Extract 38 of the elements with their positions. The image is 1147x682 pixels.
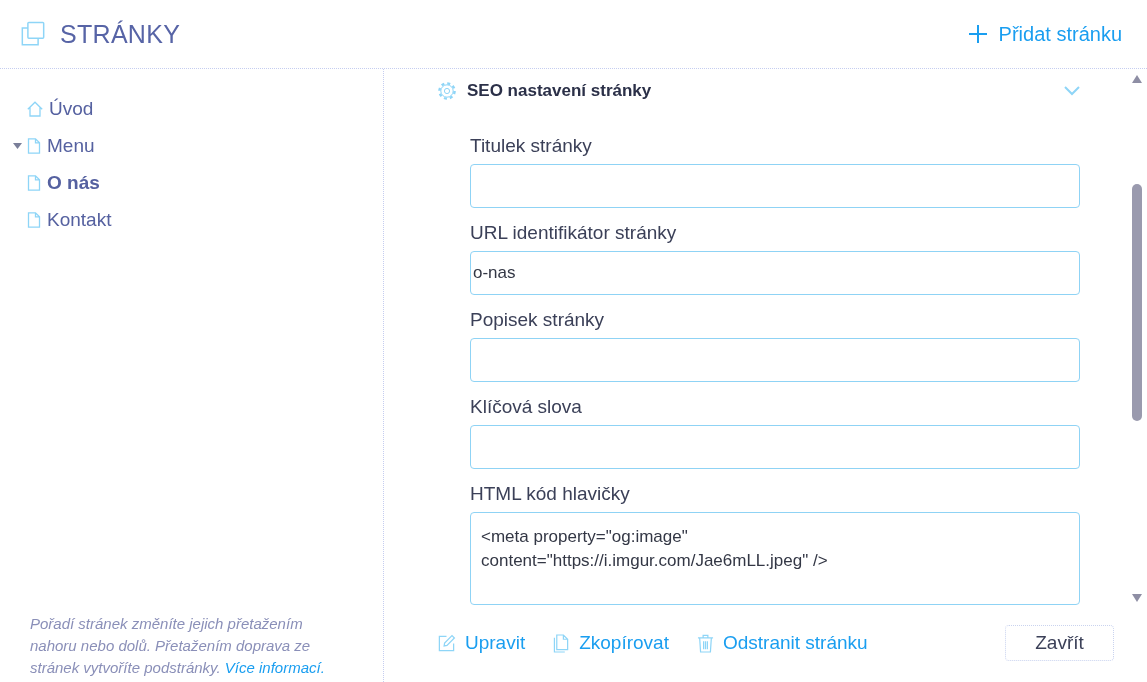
document-icon xyxy=(553,633,571,653)
help-text: Pořadí stránek změníte jejich přetažením nahoru nebo dolů. Přetažením doprava ze stránek vytvoříte podstránky. Více informací. xyxy=(29,614,326,678)
text-area[interactable]: <meta property="og:image" content="https://i.imgur.com/Jae6mLL.jpeg" /> xyxy=(470,512,1080,605)
section-title: SEO nastavení stránky xyxy=(467,81,652,101)
input-field[interactable]: o-nas xyxy=(470,251,1080,295)
edit-link[interactable]: Upravit xyxy=(437,632,526,654)
copy-link[interactable]: Zkopírovat xyxy=(553,632,669,654)
field-label: Titulek stránky xyxy=(470,134,593,158)
scroll-up-button[interactable] xyxy=(1132,75,1142,83)
add-page-button[interactable]: Přidat stránku xyxy=(968,22,1122,46)
sidebar-item[interactable]: Kontakt xyxy=(0,201,383,238)
pages-icon xyxy=(20,21,46,47)
pencil-icon xyxy=(437,633,456,653)
field-label: Klíčová slova xyxy=(470,395,583,419)
chevron-icon[interactable] xyxy=(1064,86,1080,96)
field-label: URL identifikátor stránky xyxy=(470,221,678,245)
document-icon xyxy=(27,174,41,191)
input-field[interactable] xyxy=(470,425,1080,469)
plus-icon xyxy=(968,25,987,43)
scrollbar-thumb[interactable] xyxy=(1132,184,1142,421)
more-info-link[interactable]: Více informací. xyxy=(224,659,325,676)
scroll-down-button[interactable] xyxy=(1132,594,1142,602)
input-field[interactable] xyxy=(470,164,1080,208)
house-icon xyxy=(27,100,43,117)
document-icon xyxy=(27,137,41,154)
document-icon xyxy=(27,211,41,228)
sidebar-item[interactable]: Menu xyxy=(0,127,383,164)
field-label: HTML kód hlavičky xyxy=(470,482,631,506)
close-button[interactable]: Zavřít xyxy=(1005,625,1114,661)
sidebar-item[interactable]: O nás xyxy=(0,164,383,201)
trash-icon xyxy=(696,633,714,653)
caret-icon[interactable] xyxy=(13,142,22,149)
input-field[interactable] xyxy=(470,338,1080,382)
sidebar-item[interactable]: Úvod xyxy=(0,90,383,127)
page-title: STRÁNKY xyxy=(60,19,181,49)
delete-link[interactable]: Odstranit stránku xyxy=(696,632,868,654)
gear-icon xyxy=(437,81,457,101)
field-label: Popisek stránky xyxy=(470,308,606,332)
